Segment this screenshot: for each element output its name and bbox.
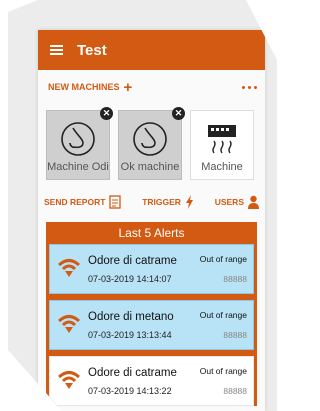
alert-status: Out of range <box>199 310 247 320</box>
users-label: USERS <box>214 197 244 207</box>
close-icon[interactable]: ✕ <box>172 107 185 120</box>
users-button[interactable]: USERS <box>215 195 259 209</box>
alert-item[interactable]: Odore di catrame 07-03-2019 14:14:07 Out… <box>49 244 254 294</box>
alerts-header: Last 5 Alerts <box>118 226 185 240</box>
machine-label: Ok machine <box>120 161 180 173</box>
alerts-panel: Last 5 Alerts Odore di catrame 07-03-201… <box>46 222 257 406</box>
new-machines-button[interactable]: NEW MACHINES + <box>48 80 132 95</box>
close-icon[interactable]: ✕ <box>100 107 113 120</box>
plus-icon: + <box>123 78 133 96</box>
trigger-label: TRIGGER <box>142 197 181 207</box>
user-icon <box>248 195 259 209</box>
alert-title: Odore di catrame <box>88 367 177 379</box>
signal-icon <box>58 371 80 389</box>
app-screen: Test NEW MACHINES + Machine Odi ✕ Ok mac… <box>38 30 265 411</box>
machines-list: Machine Odi ✕ Ok machine ✕ Machine <box>38 104 265 186</box>
machine-card[interactable]: Ok machine ✕ <box>118 107 185 180</box>
alert-time: 07-03-2019 14:13:22 <box>88 386 172 396</box>
nose-icon <box>133 122 167 156</box>
device-icon <box>208 125 236 154</box>
alert-value: 88888 <box>223 330 247 340</box>
alert-item[interactable]: Odore di catrame 07-03-2019 14:13:22 Out… <box>49 356 254 406</box>
lightning-icon <box>185 195 193 209</box>
nose-icon <box>61 122 95 156</box>
alert-item[interactable]: Odore di metano 07-03-2019 13:13:44 Out … <box>49 300 254 350</box>
app-title: Test <box>77 41 107 59</box>
machine-card[interactable]: Machine <box>190 110 254 180</box>
signal-icon <box>58 315 80 333</box>
device-frame: Test NEW MACHINES + Machine Odi ✕ Ok mac… <box>8 0 277 411</box>
alert-time: 07-03-2019 14:14:07 <box>88 274 172 284</box>
send-report-button[interactable]: SEND REPORT <box>44 195 122 209</box>
alert-status: Out of range <box>199 254 247 264</box>
machine-card[interactable]: Machine Odi ✕ <box>46 107 113 180</box>
alert-title: Odore di metano <box>88 311 174 323</box>
more-icon[interactable] <box>242 85 257 89</box>
signal-icon <box>58 259 80 277</box>
report-icon <box>109 195 122 209</box>
alert-title: Odore di catrame <box>88 255 177 267</box>
new-machines-label: NEW MACHINES <box>48 82 120 92</box>
alert-value: 88888 <box>223 274 247 284</box>
alert-status: Out of range <box>199 366 247 376</box>
machine-label: Machine <box>201 161 243 173</box>
app-bar: Test <box>38 30 265 70</box>
machine-label: Machine Odi <box>47 161 109 173</box>
send-report-label: SEND REPORT <box>44 197 106 207</box>
trigger-button[interactable]: TRIGGER <box>142 195 194 209</box>
alert-time: 07-03-2019 13:13:44 <box>88 330 172 340</box>
machines-section-header: NEW MACHINES + <box>38 70 265 104</box>
action-bar: SEND REPORT TRIGGER USERS <box>38 186 265 218</box>
alert-value: 88888 <box>223 386 247 396</box>
menu-icon[interactable] <box>50 45 63 55</box>
